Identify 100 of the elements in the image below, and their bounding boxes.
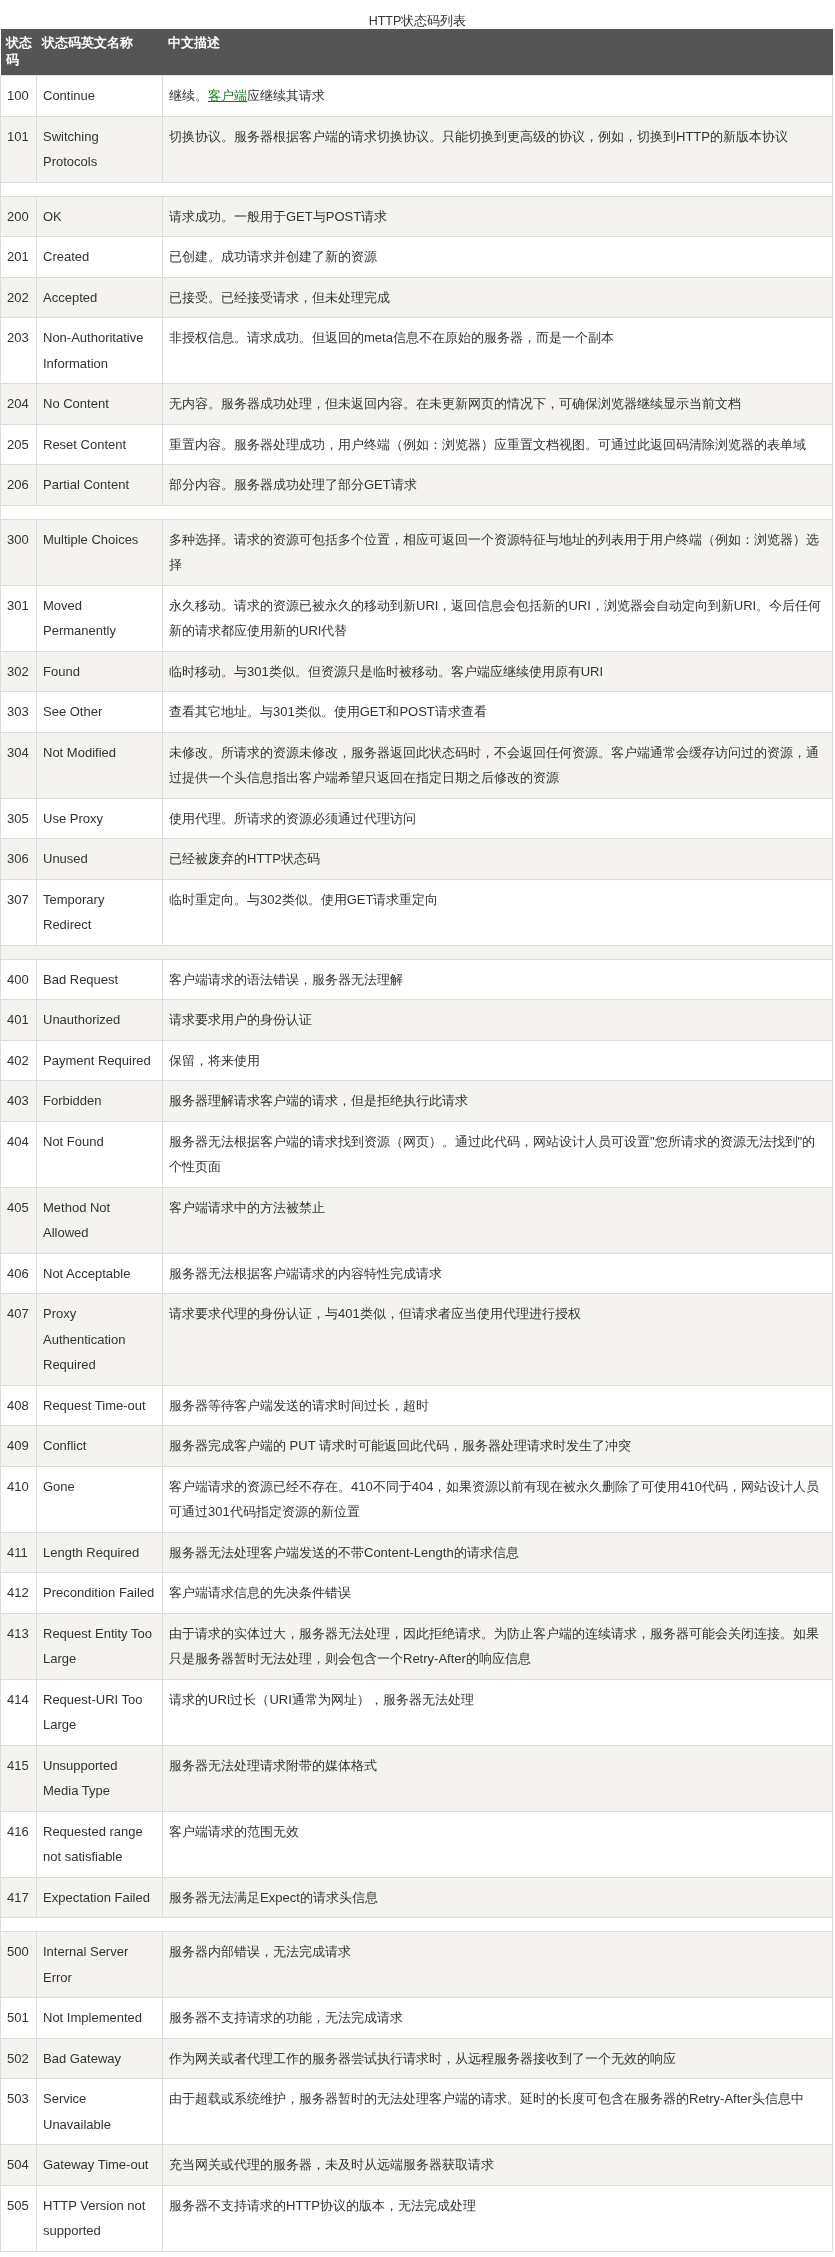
table-cell: 306 xyxy=(0,838,37,879)
table-cell: 服务器无法满足Expect的请求头信息 xyxy=(162,1877,833,1918)
table-cell: 410 xyxy=(0,1466,37,1532)
table-cell: Not Acceptable xyxy=(36,1253,163,1294)
table-cell: Non-Authoritative Information xyxy=(36,317,163,384)
table-cell: Expectation Failed xyxy=(36,1877,163,1918)
table-cell: 服务器理解请求客户端的请求，但是拒绝执行此请求 xyxy=(162,1080,833,1121)
table-cell: HTTP Version not supported xyxy=(36,2185,163,2251)
table-cell: 临时重定向。与302类似。使用GET请求重定向 xyxy=(162,879,833,945)
table-cell: 未修改。所请求的资源未修改，服务器返回此状态码时，不会返回任何资源。客户端通常会缓存访问过的资源，通过提供一个头信息指出客户端希望只返回在指定日期之后修改的资源 xyxy=(162,732,833,798)
table-cell: 415 xyxy=(0,1745,37,1811)
table-cell: Request-URI Too Large xyxy=(36,1679,163,1745)
table-cell: 由于超载或系统维护，服务器暂时的无法处理客户端的请求。延时的长度可包含在服务器的Retry-After头信息中 xyxy=(162,2078,833,2145)
table-cell: Unauthorized xyxy=(36,999,163,1040)
table-cell: 服务器等待客户端发送的请求时间过长，超时 xyxy=(162,1385,833,1426)
table-cell: 已经被废弃的HTTP状态码 xyxy=(162,838,833,879)
table-cell: 永久移动。请求的资源已被永久的移动到新URI，返回信息会包括新的URI，浏览器会自动定向到新URI。今后任何新的请求都应使用新的URI代替 xyxy=(162,585,833,651)
column-header: 中文描述 xyxy=(162,29,833,76)
table-cell: 已创建。成功请求并创建了新的资源 xyxy=(162,236,833,277)
table-cell: 服务器无法根据客户端的请求找到资源（网页）。通过此代码，网站设计人员可设置"您所请求的资源无法找到"的个性页面 xyxy=(162,1121,833,1187)
table-cell: 服务器无法处理请求附带的媒体格式 xyxy=(162,1745,833,1811)
table-cell: Precondition Failed xyxy=(36,1572,163,1613)
table-cell: 由于请求的实体过大，服务器无法处理，因此拒绝请求。为防止客户端的连续请求，服务器可能会关闭连接。如果只是服务器暂时无法处理，则会包含一个Retry-After的响应信息 xyxy=(162,1613,833,1679)
table-cell: 请求要求代理的身份认证，与401类似，但请求者应当使用代理进行授权 xyxy=(162,1293,833,1385)
table-cell: 412 xyxy=(0,1572,37,1613)
table-cell: 417 xyxy=(0,1877,37,1918)
table-cell: Internal Server Error xyxy=(36,1931,163,1998)
table-cell: Use Proxy xyxy=(36,798,163,839)
table-cell: Method Not Allowed xyxy=(36,1187,163,1253)
table-cell: Multiple Choices xyxy=(36,519,163,585)
table-cell: 切换协议。服务器根据客户端的请求切换协议。只能切换到更高级的协议，例如，切换到HTTP的新版本协议 xyxy=(162,116,833,182)
table-cell: Created xyxy=(36,236,163,277)
table-cell: 500 xyxy=(0,1931,37,1998)
table-cell: Forbidden xyxy=(36,1080,163,1121)
table-cell: Partial Content xyxy=(36,464,163,505)
table-cell: Temporary Redirect xyxy=(36,879,163,945)
table-cell: 405 xyxy=(0,1187,37,1253)
table-cell: Conflict xyxy=(36,1425,163,1466)
table-cell: Unsupported Media Type xyxy=(36,1745,163,1811)
table-cell: 202 xyxy=(0,277,37,318)
table-cell: Continue xyxy=(36,75,163,116)
table-cell: Found xyxy=(36,651,163,692)
table-cell: 504 xyxy=(0,2144,37,2185)
table-cell: 201 xyxy=(0,236,37,277)
link[interactable]: 客户端 xyxy=(208,88,247,103)
table-cell: Length Required xyxy=(36,1532,163,1573)
table-cell: 406 xyxy=(0,1253,37,1294)
table-cell: 304 xyxy=(0,732,37,798)
table-cell: Gone xyxy=(36,1466,163,1532)
table-cell: 409 xyxy=(0,1425,37,1466)
table-cell: 临时移动。与301类似。但资源只是临时被移动。客户端应继续使用原有URI xyxy=(162,651,833,692)
table-cell: 413 xyxy=(0,1613,37,1679)
table-cell: 客户端请求的范围无效 xyxy=(162,1811,833,1877)
table-cell: 300 xyxy=(0,519,37,585)
table-cell: Bad Gateway xyxy=(36,2038,163,2079)
table-cell: 作为网关或者代理工作的服务器尝试执行请求时，从远程服务器接收到了一个无效的响应 xyxy=(162,2038,833,2079)
table-cell: 411 xyxy=(0,1532,37,1573)
table-cell: 客户端请求的语法错误，服务器无法理解 xyxy=(162,959,833,1000)
table-cell: 服务器完成客户端的 PUT 请求时可能返回此代码，服务器处理请求时发生了冲突 xyxy=(162,1425,833,1466)
table-cell: 204 xyxy=(0,383,37,424)
table-cell: 服务器不支持请求的HTTP协议的版本，无法完成处理 xyxy=(162,2185,833,2251)
table-cell: 205 xyxy=(0,424,37,465)
table-cell: 非授权信息。请求成功。但返回的meta信息不在原始的服务器，而是一个副本 xyxy=(162,317,833,384)
table-cell: 服务器内部错误，无法完成请求 xyxy=(162,1931,833,1998)
table-cell: 100 xyxy=(0,75,37,116)
table-cell: Accepted xyxy=(36,277,163,318)
table-cell: 407 xyxy=(0,1293,37,1385)
table-cell: 使用代理。所请求的资源必须通过代理访问 xyxy=(162,798,833,839)
table-cell: Request Entity Too Large xyxy=(36,1613,163,1679)
table-cell: 200 xyxy=(0,196,37,237)
table-cell: 206 xyxy=(0,464,37,505)
table-cell: 502 xyxy=(0,2038,37,2079)
table-cell: 请求的URI过长（URI通常为网址），服务器无法处理 xyxy=(162,1679,833,1745)
table-cell: Reset Content xyxy=(36,424,163,465)
table-cell: 414 xyxy=(0,1679,37,1745)
table-cell: 继续。客户端应继续其请求 xyxy=(162,75,833,116)
table-cell: 服务器无法处理客户端发送的不带Content-Length的请求信息 xyxy=(162,1532,833,1573)
table-cell: 已接受。已经接受请求，但未处理完成 xyxy=(162,277,833,318)
table-cell: 503 xyxy=(0,2078,37,2145)
table-cell: 505 xyxy=(0,2185,37,2251)
table-cell: 404 xyxy=(0,1121,37,1187)
table-cell: 重置内容。服务器处理成功，用户终端（例如：浏览器）应重置文档视图。可通过此返回码清除浏览器的表单域 xyxy=(162,424,833,465)
table-cell: Gateway Time-out xyxy=(36,2144,163,2185)
table-cell: 400 xyxy=(0,959,37,1000)
table-cell: 203 xyxy=(0,317,37,384)
table-cell: 101 xyxy=(0,116,37,182)
table-cell: 402 xyxy=(0,1040,37,1081)
table-cell: 请求要求用户的身份认证 xyxy=(162,999,833,1040)
table-cell: 401 xyxy=(0,999,37,1040)
table-cell: 305 xyxy=(0,798,37,839)
table-cell: 408 xyxy=(0,1385,37,1426)
table-cell: 307 xyxy=(0,879,37,945)
table-cell: 多种选择。请求的资源可包括多个位置，相应可返回一个资源特征与地址的列表用于用户终端（例如：浏览器）选择 xyxy=(162,519,833,585)
table-cell: See Other xyxy=(36,691,163,732)
table-cell: 303 xyxy=(0,691,37,732)
table-cell: Service Unavailable xyxy=(36,2078,163,2145)
table-cell: 充当网关或代理的服务器，未及时从远端服务器获取请求 xyxy=(162,2144,833,2185)
table-cell: Payment Required xyxy=(36,1040,163,1081)
table-cell: Not Modified xyxy=(36,732,163,798)
column-header: 状态码英文名称 xyxy=(36,29,163,76)
